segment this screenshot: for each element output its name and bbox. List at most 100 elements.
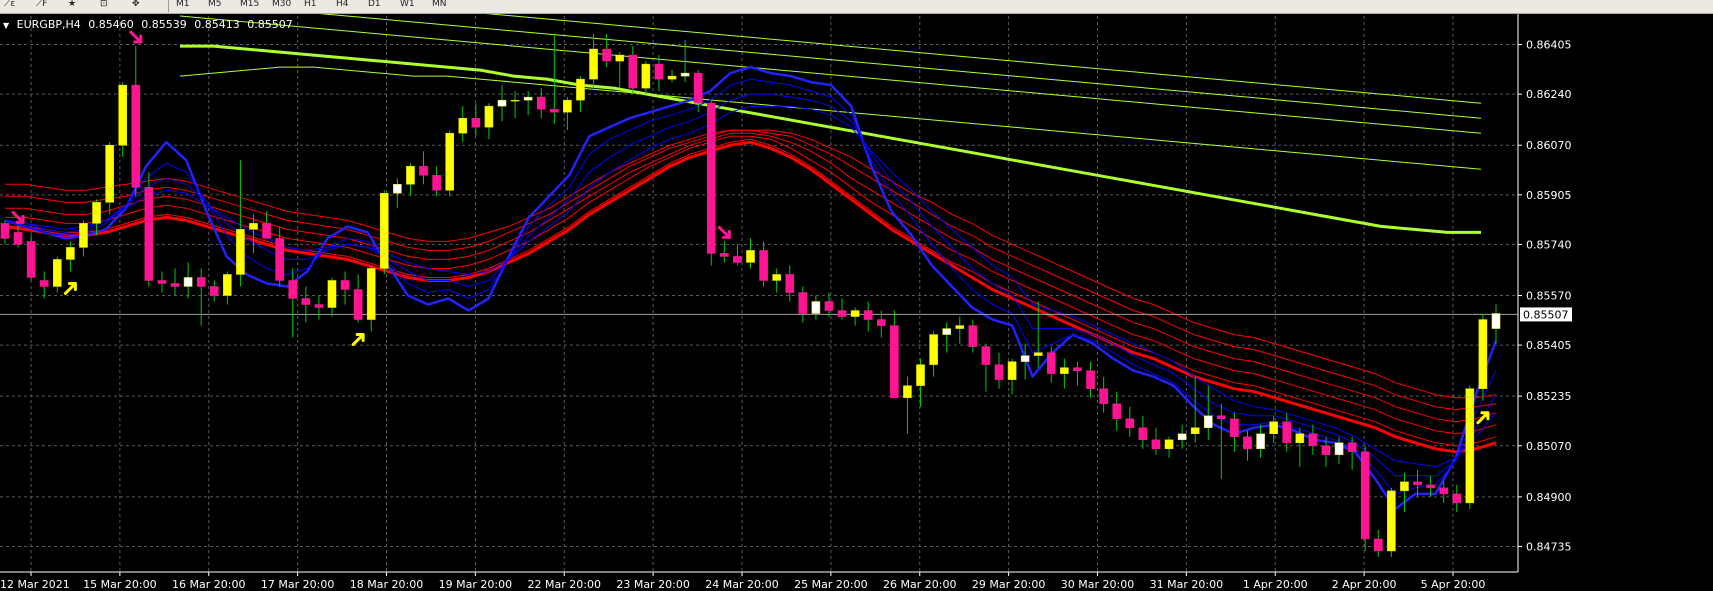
candle-body xyxy=(1465,388,1475,504)
candle-body xyxy=(798,292,808,314)
toolbar-tool-3[interactable]: ★ xyxy=(68,0,76,9)
collapse-icon[interactable]: ▼ xyxy=(3,21,9,30)
candle-body xyxy=(563,99,572,113)
candle-body xyxy=(693,72,703,104)
candle-body xyxy=(53,259,62,287)
candle-body xyxy=(1269,421,1278,435)
time-tick-label: 22 Mar 20:00 xyxy=(528,578,601,591)
candle-body xyxy=(393,184,402,194)
price-tick-label: 0.85070 xyxy=(1526,440,1572,453)
candle-body xyxy=(366,268,376,320)
candle-body xyxy=(968,325,978,347)
time-tick-label: 24 Mar 20:00 xyxy=(705,578,778,591)
candle-body xyxy=(26,241,36,278)
candle-body xyxy=(1491,313,1501,329)
candle-body xyxy=(183,277,193,287)
toolbar-tool-4[interactable]: ⊡ xyxy=(100,0,108,9)
candle-body xyxy=(1256,433,1265,450)
candle-body xyxy=(1282,421,1292,444)
candle-body xyxy=(419,166,428,176)
legend-low: 0.85413 xyxy=(194,18,240,31)
candle-body xyxy=(275,238,284,281)
candle-body xyxy=(39,280,49,287)
candle-body xyxy=(706,102,716,254)
candle xyxy=(706,100,716,266)
candle-body xyxy=(209,286,219,296)
candle-body xyxy=(0,223,10,239)
price-tick-label: 0.86240 xyxy=(1526,88,1572,101)
candle-body xyxy=(1125,418,1135,428)
timeframe-m1[interactable]: M1 xyxy=(176,0,190,9)
candle-body xyxy=(615,54,625,62)
candle-body xyxy=(406,166,415,185)
time-tick-label: 19 Mar 20:00 xyxy=(439,578,512,591)
candle-body xyxy=(654,63,664,80)
price-tick-label: 0.84900 xyxy=(1526,491,1572,504)
timeframe-h4[interactable]: H4 xyxy=(336,0,349,9)
time-tick-label: 29 Mar 20:00 xyxy=(972,578,1045,591)
candle-body xyxy=(327,280,337,308)
candle-body xyxy=(1400,481,1409,492)
toolbar-tool-1[interactable]: ⟋ε xyxy=(4,0,15,9)
toolbar-tool-2[interactable]: ⟋F xyxy=(36,0,47,9)
candle-body xyxy=(746,250,755,263)
candle-body xyxy=(680,72,690,77)
time-tick-label: 23 Mar 20:00 xyxy=(616,578,689,591)
legend-close: 0.85507 xyxy=(247,18,293,31)
candle xyxy=(1387,487,1396,557)
candle-body xyxy=(1347,442,1357,453)
candle-body xyxy=(863,310,873,320)
candle-body xyxy=(144,187,154,281)
candle-body xyxy=(1033,352,1043,356)
candle-body xyxy=(510,99,520,102)
candle-body xyxy=(1086,370,1095,389)
candle-body xyxy=(955,325,965,329)
chart-area[interactable]: 0.86405 0.86240 0.86070 0.85905 0.85740 0.855… xyxy=(0,14,1713,591)
candle-body xyxy=(1387,490,1396,552)
candle-body xyxy=(353,289,363,320)
timeframe-h1[interactable]: H1 xyxy=(304,0,317,9)
candle-body xyxy=(1373,538,1383,552)
time-tick-label: 15 Mar 20:00 xyxy=(83,578,156,591)
candle-body xyxy=(523,96,533,101)
candle-body xyxy=(1230,418,1239,438)
candle-body xyxy=(118,84,128,146)
price-tick-label: 0.85405 xyxy=(1526,339,1572,352)
candle-body xyxy=(1478,319,1488,389)
timeframe-m30[interactable]: M30 xyxy=(272,0,291,9)
candle-body xyxy=(1426,484,1435,489)
time-tick-label: 16 Mar 20:00 xyxy=(172,578,245,591)
toolbar-tool-5[interactable]: ✥ xyxy=(132,0,140,9)
timeframe-d1[interactable]: D1 xyxy=(368,0,381,9)
price-tick-label: 0.84735 xyxy=(1526,540,1572,553)
legend-symbol: EURGBP,H4 xyxy=(16,18,81,31)
timeframe-w1[interactable]: W1 xyxy=(400,0,415,9)
candle-body xyxy=(641,63,651,89)
legend-values: EURGBP,H4 0.85460 0.85539 0.85413 0.8550… xyxy=(17,18,297,31)
candle-body xyxy=(1439,487,1448,495)
candle-body xyxy=(759,250,768,281)
candle-body xyxy=(811,301,821,314)
candle-body xyxy=(288,280,298,299)
candle-body xyxy=(170,283,180,287)
candle-body xyxy=(471,117,481,128)
candle-body xyxy=(850,310,860,317)
candle xyxy=(445,130,454,197)
timeframe-mn[interactable]: MN xyxy=(432,0,447,9)
candle-body xyxy=(837,310,847,317)
candle-body xyxy=(733,256,742,263)
price-tick-label: 0.85570 xyxy=(1526,290,1572,303)
candle-body xyxy=(1321,445,1331,456)
candle-body xyxy=(314,304,324,308)
candle-body xyxy=(628,54,638,89)
candle-body xyxy=(379,193,389,269)
candle-body xyxy=(785,274,795,293)
timeframe-m5[interactable]: M5 xyxy=(208,0,222,9)
timeframe-m15[interactable]: M15 xyxy=(240,0,259,9)
time-tick-label: 26 Mar 20:00 xyxy=(883,578,956,591)
candle xyxy=(144,172,154,287)
candle-body xyxy=(772,274,781,281)
candle-body xyxy=(942,328,951,335)
candle-body xyxy=(105,144,114,203)
candle-body xyxy=(1020,355,1030,362)
